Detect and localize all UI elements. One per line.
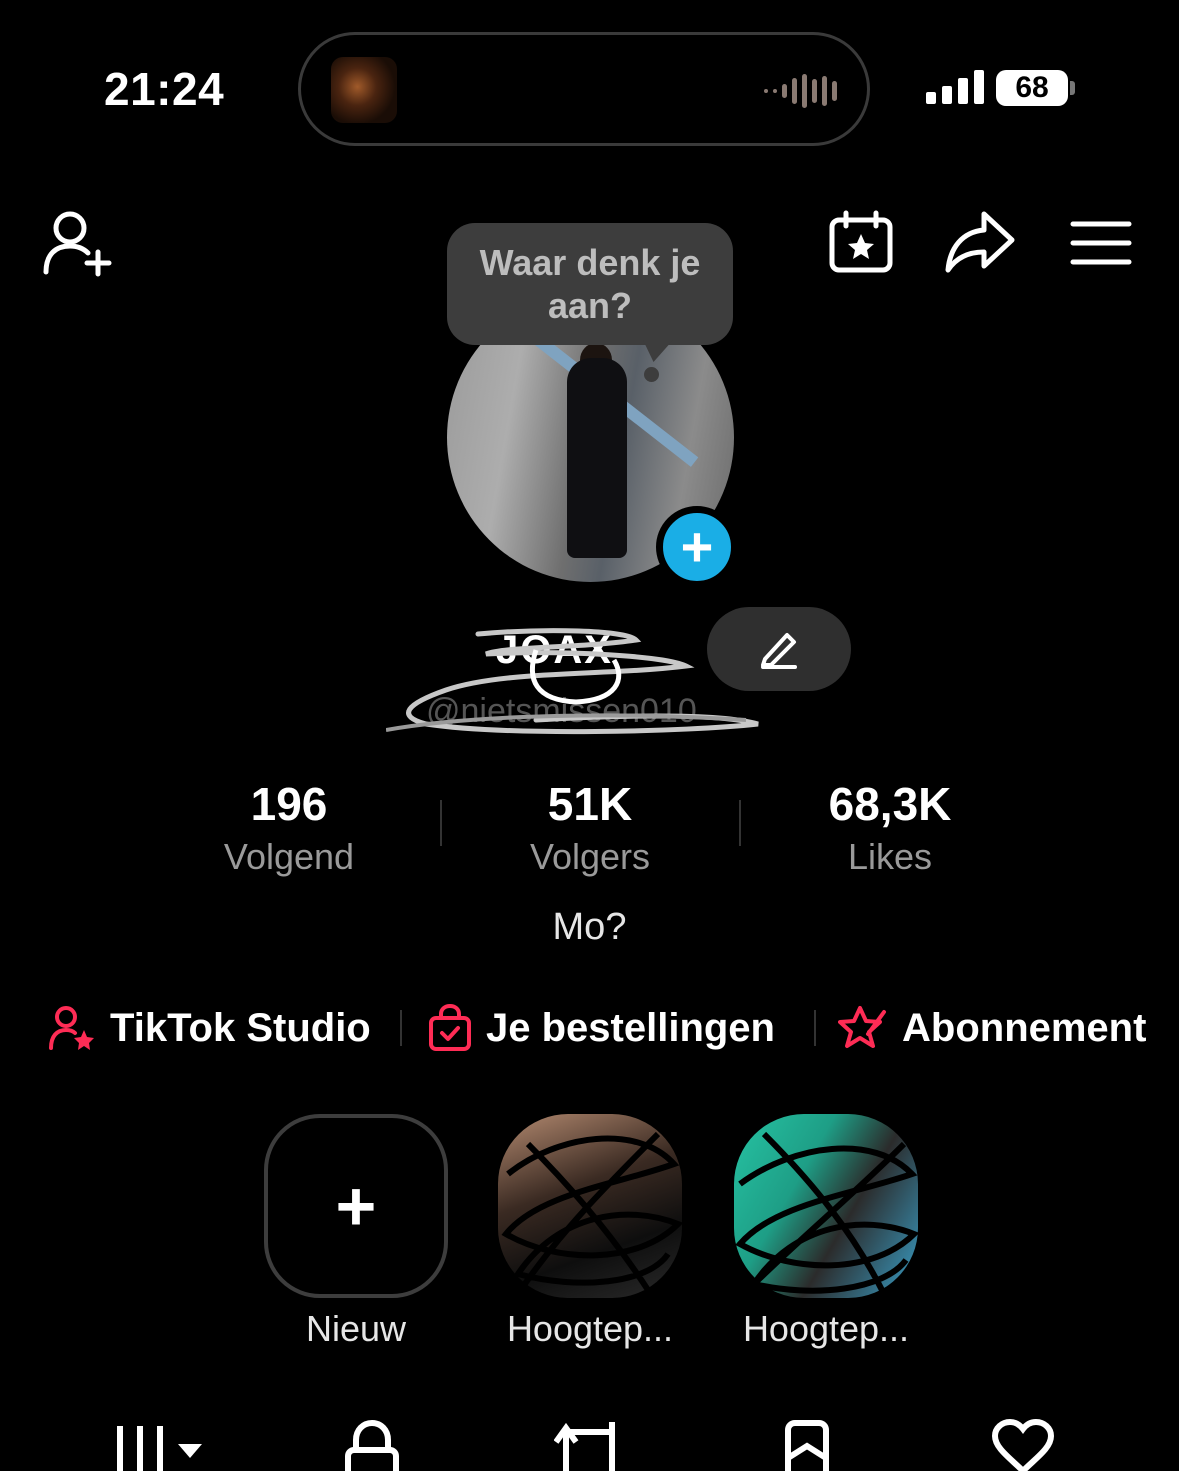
status-time: 21:24 xyxy=(104,63,225,115)
stat-label: Volgend xyxy=(223,836,355,877)
add-friend-icon[interactable] xyxy=(42,208,116,278)
battery-tip xyxy=(1070,81,1075,95)
dynamic-island[interactable] xyxy=(298,32,870,146)
stat-label: Volgers xyxy=(529,836,651,877)
avatar-photo-detail xyxy=(567,358,627,558)
tooltip-dot xyxy=(644,367,659,382)
share-icon[interactable] xyxy=(944,210,1016,274)
battery-indicator: 68 xyxy=(996,70,1068,106)
profile-bio: Mo? xyxy=(552,906,627,948)
stat-value: 68,3K xyxy=(828,778,952,830)
stat-followers[interactable]: 51K Volgers xyxy=(470,776,710,880)
stat-value: 51K xyxy=(547,778,633,830)
link-subscription[interactable]: Abonnement xyxy=(838,1000,1146,1056)
stat-label: Likes xyxy=(847,836,933,877)
new-highlight-button[interactable]: + xyxy=(264,1114,448,1298)
highlight-label: Hoogtep... xyxy=(742,1308,910,1349)
link-orders[interactable]: Je bestellingen xyxy=(428,1000,775,1056)
redaction-scribble xyxy=(501,1131,682,1296)
highlight-label: Nieuw xyxy=(305,1308,407,1349)
highlight-item[interactable] xyxy=(498,1114,682,1298)
calendar-star-icon[interactable] xyxy=(828,210,894,274)
shopping-bag-icon xyxy=(429,1004,471,1051)
stat-likes[interactable]: 68,3K Likes xyxy=(770,776,1010,880)
stat-value: 196 xyxy=(250,778,328,830)
stat-divider xyxy=(440,800,442,846)
stat-following[interactable]: 196 Volgend xyxy=(169,776,409,880)
cellular-signal-icon xyxy=(926,68,984,104)
link-label: Je bestellingen xyxy=(486,1005,775,1050)
stat-divider xyxy=(739,800,741,846)
highlight-item[interactable] xyxy=(734,1114,918,1298)
link-divider xyxy=(400,1010,402,1046)
now-playing-thumbnail xyxy=(331,57,397,123)
link-tiktok-studio[interactable]: TikTok Studio xyxy=(48,1000,371,1056)
menu-icon[interactable] xyxy=(1070,220,1132,266)
private-lock-icon[interactable] xyxy=(342,1418,402,1471)
add-story-button[interactable]: + xyxy=(656,506,738,588)
link-label: TikTok Studio xyxy=(110,1005,371,1050)
link-label: Abonnement xyxy=(902,1005,1147,1050)
highlight-label: Hoogtep... xyxy=(506,1308,674,1349)
reposts-icon[interactable] xyxy=(553,1418,624,1471)
audio-waveform-icon xyxy=(764,73,837,109)
videos-grid-icon[interactable] xyxy=(112,1418,208,1471)
edit-profile-button[interactable] xyxy=(707,607,851,691)
link-divider xyxy=(814,1010,816,1046)
saved-bookmark-icon[interactable] xyxy=(782,1418,832,1471)
creator-star-icon xyxy=(49,1006,94,1050)
subscription-star-icon xyxy=(838,1006,886,1048)
pencil-icon xyxy=(761,633,797,669)
liked-heart-icon[interactable] xyxy=(990,1418,1056,1471)
redaction-scribble xyxy=(735,1131,918,1296)
thought-tooltip[interactable]: Waar denk je aan? xyxy=(447,223,733,345)
